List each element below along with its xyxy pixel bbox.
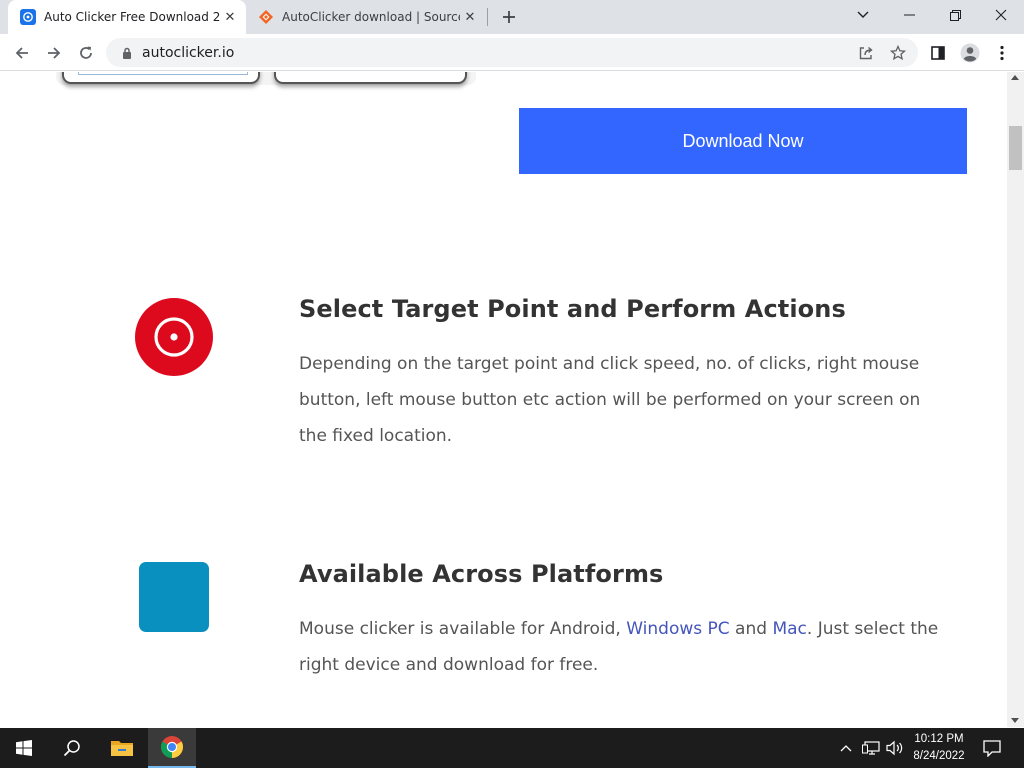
file-explorer-icon[interactable] <box>98 728 146 768</box>
download-now-button[interactable]: Download Now <box>519 108 967 174</box>
sourceforge-favicon <box>258 9 274 25</box>
network-icon[interactable] <box>860 728 882 768</box>
forward-arrow-icon[interactable] <box>40 39 68 67</box>
clock-date: 8/24/2022 <box>913 750 965 762</box>
feature-title: Available Across Platforms <box>299 560 664 588</box>
feature-text: and <box>729 619 773 639</box>
app-preview-card <box>274 72 467 84</box>
tab-close-icon[interactable]: ✕ <box>220 7 240 27</box>
feature-title: Select Target Point and Perform Actions <box>299 295 846 323</box>
platforms-icon <box>139 562 209 632</box>
back-arrow-icon[interactable] <box>8 39 36 67</box>
chevron-up-icon[interactable] <box>836 728 856 768</box>
system-clock[interactable]: 10:12 PM 8/24/2022 <box>906 731 972 765</box>
scroll-down-arrow-icon[interactable] <box>1011 718 1019 723</box>
profile-icon[interactable] <box>956 39 984 67</box>
scroll-thumb[interactable] <box>1009 126 1022 170</box>
url-text[interactable]: autoclicker.io <box>142 45 234 61</box>
lock-icon[interactable] <box>120 46 134 60</box>
plus-icon[interactable] <box>497 5 521 29</box>
windows-start-icon[interactable] <box>0 728 48 768</box>
tab-strip: Auto Clicker Free Download 2022 ✕ AutoCl… <box>0 0 1024 34</box>
minimize-icon[interactable] <box>886 0 932 30</box>
windows-pc-link[interactable]: Windows PC <box>626 619 729 639</box>
tab-search-chevron-icon[interactable] <box>840 0 886 30</box>
chrome-icon[interactable] <box>148 728 196 768</box>
tab-title: AutoClicker download | SourceForge <box>282 10 460 24</box>
tab-title: Auto Clicker Free Download 2022 <box>44 10 220 24</box>
feature-text: Mouse clicker is available for Android, <box>299 619 627 639</box>
target-icon <box>135 298 213 376</box>
tab-separator <box>487 8 488 26</box>
app-preview-field <box>78 72 248 75</box>
close-icon[interactable] <box>978 0 1024 30</box>
tab-sourceforge[interactable]: AutoClicker download | SourceForge ✕ <box>250 0 486 34</box>
menu-dots-icon[interactable] <box>988 39 1016 67</box>
tab-autoclicker[interactable]: Auto Clicker Free Download 2022 ✕ <box>8 0 246 34</box>
windows-taskbar: 10:12 PM 8/24/2022 <box>0 728 1024 768</box>
mac-link[interactable]: Mac <box>772 619 806 639</box>
feature-description: Mouse clicker is available for Android, … <box>299 611 939 683</box>
app-preview-card <box>62 72 260 84</box>
vertical-scrollbar[interactable] <box>1007 72 1024 727</box>
reload-icon[interactable] <box>72 39 100 67</box>
clock-time: 10:12 PM <box>914 733 964 745</box>
feature-description: Depending on the target point and click … <box>299 354 921 446</box>
tab-close-icon[interactable]: ✕ <box>460 7 480 27</box>
notifications-icon[interactable] <box>978 728 1006 768</box>
address-bar[interactable]: autoclicker.io <box>106 38 918 67</box>
scroll-up-arrow-icon[interactable] <box>1011 75 1019 80</box>
search-icon[interactable] <box>48 728 96 768</box>
page-viewport: Download Now Select Target Point and Per… <box>0 72 1007 727</box>
star-icon[interactable] <box>885 40 911 66</box>
autoclicker-favicon <box>20 9 36 25</box>
restore-icon[interactable] <box>932 0 978 30</box>
share-icon[interactable] <box>853 40 879 66</box>
volume-icon[interactable] <box>884 728 906 768</box>
browser-toolbar: autoclicker.io <box>0 34 1024 71</box>
side-panel-icon[interactable] <box>924 39 952 67</box>
